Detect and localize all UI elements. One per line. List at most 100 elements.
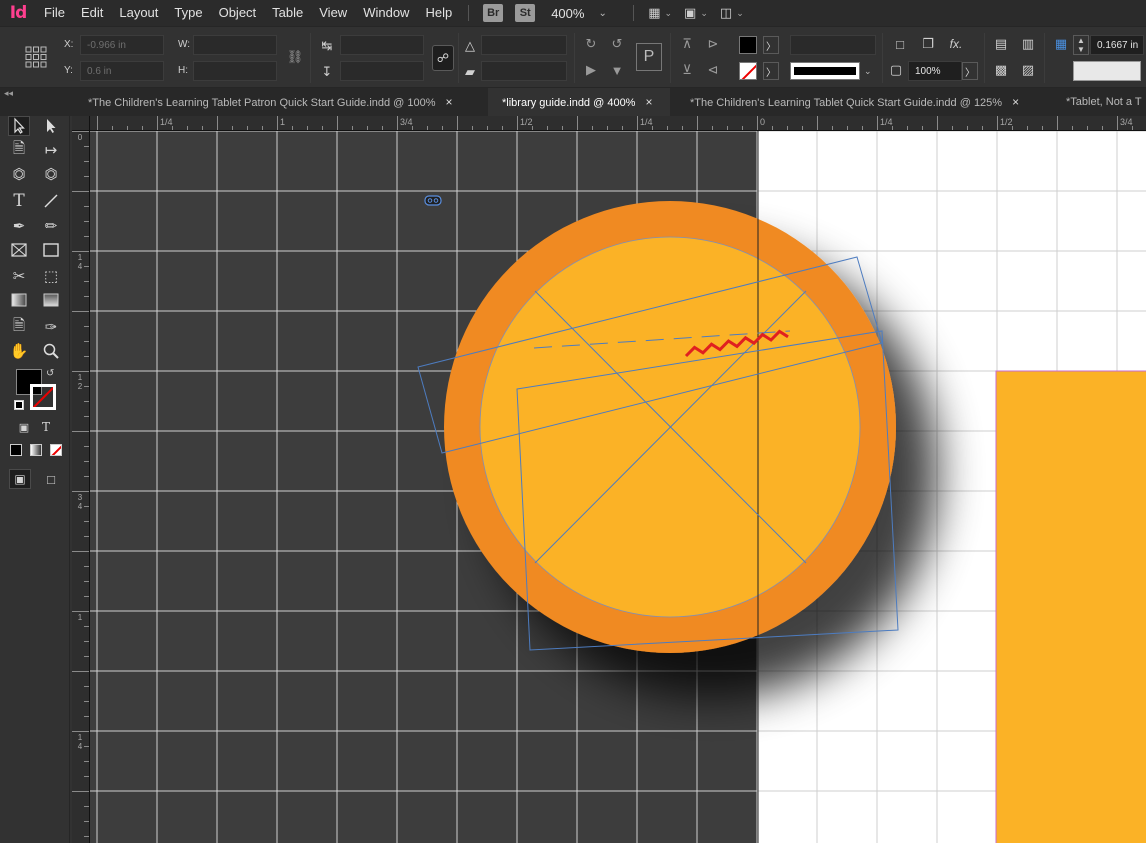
swap-fill-stroke-icon[interactable]: ↺ [46, 368, 54, 379]
opacity-menu-button[interactable]: 〉 [962, 62, 978, 80]
rotation-angle-field[interactable] [481, 35, 567, 55]
x-value: -0.966 in [87, 39, 126, 51]
gradient-swatch-tool[interactable] [8, 290, 30, 310]
text-wrap-shape-icon[interactable]: ▩ [992, 61, 1010, 79]
apply-none-button[interactable] [50, 444, 62, 456]
corner-options-icon[interactable]: □ [891, 35, 909, 53]
text-wrap-none-icon[interactable]: ▤ [992, 35, 1010, 53]
eyedropper-tool[interactable]: ✑ [40, 317, 62, 337]
reference-point-icon[interactable] [24, 45, 48, 69]
direct-selection-tool[interactable] [40, 116, 62, 136]
select-content-icon[interactable]: ⊻ [678, 61, 696, 79]
orange-rectangle[interactable] [995, 370, 1146, 843]
content-collector-tool[interactable]: ⏣ [8, 164, 30, 184]
type-tool[interactable]: T [8, 191, 30, 211]
note-tool[interactable]: 🗎 [8, 317, 30, 337]
free-transform-tool[interactable]: ⬚ [40, 266, 62, 286]
close-icon[interactable]: × [1012, 95, 1019, 109]
menu-view[interactable]: View [311, 0, 355, 26]
select-previous-icon[interactable]: ⊳ [704, 35, 722, 53]
flip-horizontal-icon[interactable]: ▶ [582, 61, 600, 79]
menu-file[interactable]: File [36, 0, 73, 26]
line-tool[interactable] [40, 191, 62, 211]
stroke-color-box[interactable] [30, 384, 56, 410]
stock-button[interactable]: St [515, 4, 536, 22]
gap-tool[interactable]: ↦ [40, 140, 62, 160]
stroke-swatch[interactable] [739, 62, 757, 80]
stroke-swatch-menu-button[interactable]: 〉 [763, 62, 779, 80]
object-style-dropdown[interactable] [1073, 61, 1141, 81]
apply-gradient-button[interactable] [30, 444, 42, 456]
scale-x-field[interactable] [340, 35, 424, 55]
formatting-affects-text[interactable]: T [36, 418, 56, 436]
normal-view-mode[interactable]: ▣ [9, 469, 31, 489]
horizontal-ruler[interactable]: 1/4 1 3/4 1/2 1/4 0 1/4 1/2 3/4 [90, 116, 1146, 131]
stroke-weight-field[interactable] [790, 35, 876, 55]
tab-tablet-not-a[interactable]: *Tablet, Not a T [1052, 88, 1146, 116]
effects-icon[interactable]: fx. [947, 35, 965, 53]
gradient-feather-tool[interactable] [40, 290, 62, 310]
formatting-affects-container[interactable]: ▣ [14, 418, 34, 436]
vertical-ruler[interactable]: 0 1 4 1 2 3 4 1 1 4 [72, 131, 90, 843]
selection-tool[interactable] [8, 116, 30, 136]
rectangle-tool[interactable] [40, 240, 62, 260]
arrange-documents-button[interactable]: ◫ ⌄ [720, 5, 744, 21]
h-field[interactable] [193, 61, 277, 81]
tab-quick-start-guide[interactable]: *The Children's Learning Tablet Quick St… [676, 88, 1048, 116]
menu-edit[interactable]: Edit [73, 0, 111, 26]
document-canvas[interactable] [90, 131, 1146, 843]
pencil-tool[interactable]: ✏ [40, 216, 62, 236]
y-field[interactable]: 0.6 in [80, 61, 164, 81]
select-next-icon[interactable]: ⊲ [704, 61, 722, 79]
select-container-icon[interactable]: ⊼ [678, 35, 696, 53]
screen-mode-button[interactable]: ▣ ⌄ [684, 5, 708, 21]
flip-vertical-icon[interactable]: ▼ [608, 61, 626, 79]
collapse-panels-icon[interactable]: ◂◂ [4, 88, 13, 99]
stroke-weight-value-field[interactable]: 0.1667 in [1090, 35, 1144, 55]
stroke-type-preview [790, 62, 860, 80]
shear-angle-field[interactable] [481, 61, 567, 81]
link-icon[interactable] [424, 195, 442, 206]
tab-library-guide[interactable]: *library guide.indd @ 400% × [488, 88, 670, 116]
constrain-scale-button[interactable]: ☍ [432, 45, 454, 71]
screen-mode-toggle[interactable]: □ [40, 469, 62, 489]
view-options-button[interactable]: ▦ ⌄ [648, 5, 672, 21]
menu-window[interactable]: Window [355, 0, 417, 26]
rotate-clockwise-icon[interactable]: ↻ [582, 35, 600, 53]
menu-layout[interactable]: Layout [111, 0, 166, 26]
rectangle-frame-tool[interactable] [8, 240, 30, 260]
rotate-counterclockwise-icon[interactable]: ↺ [608, 35, 626, 53]
apply-color-button[interactable] [10, 444, 22, 456]
ruler-label: 1/4 [160, 117, 173, 127]
w-field[interactable] [193, 35, 277, 55]
drop-shadow-icon[interactable]: ❐ [919, 35, 937, 53]
text-wrap-jump-icon[interactable]: ▨ [1019, 61, 1037, 79]
constrain-proportions-icon[interactable]: ⛓ [286, 48, 304, 66]
fill-swatch-menu-button[interactable]: 〉 [763, 36, 779, 54]
opacity-field[interactable]: 100% [908, 61, 962, 81]
zoom-tool[interactable] [40, 341, 62, 361]
page-tool[interactable]: 🗎 [8, 140, 30, 160]
x-field[interactable]: -0.966 in [80, 35, 164, 55]
scissors-tool[interactable]: ✂ [8, 266, 30, 286]
stroke-weight-stepper[interactable]: ▲ ▼ [1073, 35, 1089, 55]
pen-tool[interactable]: ✒ [8, 216, 30, 236]
close-icon[interactable]: × [645, 95, 652, 109]
default-fill-stroke-icon[interactable] [14, 400, 24, 410]
fill-swatch[interactable] [739, 36, 757, 54]
scale-y-field[interactable] [340, 61, 424, 81]
hand-tool[interactable]: ✋ [8, 341, 30, 361]
content-placer-tool[interactable]: ⏣ [40, 164, 62, 184]
menu-help[interactable]: Help [417, 0, 460, 26]
stroke-type-dropdown[interactable]: ⌄ [790, 61, 876, 81]
tab-patron-quick-start-guide[interactable]: *The Children's Learning Tablet Patron Q… [74, 88, 480, 116]
menu-type[interactable]: Type [166, 0, 210, 26]
bridge-button[interactable]: Br [483, 4, 504, 22]
zoom-level-dropdown[interactable]: 400% ⌄ [551, 6, 625, 21]
ruler-origin[interactable] [72, 116, 90, 131]
text-wrap-bounding-icon[interactable]: ▥ [1019, 35, 1037, 53]
menu-table[interactable]: Table [264, 0, 311, 26]
auto-fit-icon[interactable]: ▦ [1052, 35, 1070, 53]
menu-object[interactable]: Object [211, 0, 265, 26]
close-icon[interactable]: × [446, 95, 453, 109]
